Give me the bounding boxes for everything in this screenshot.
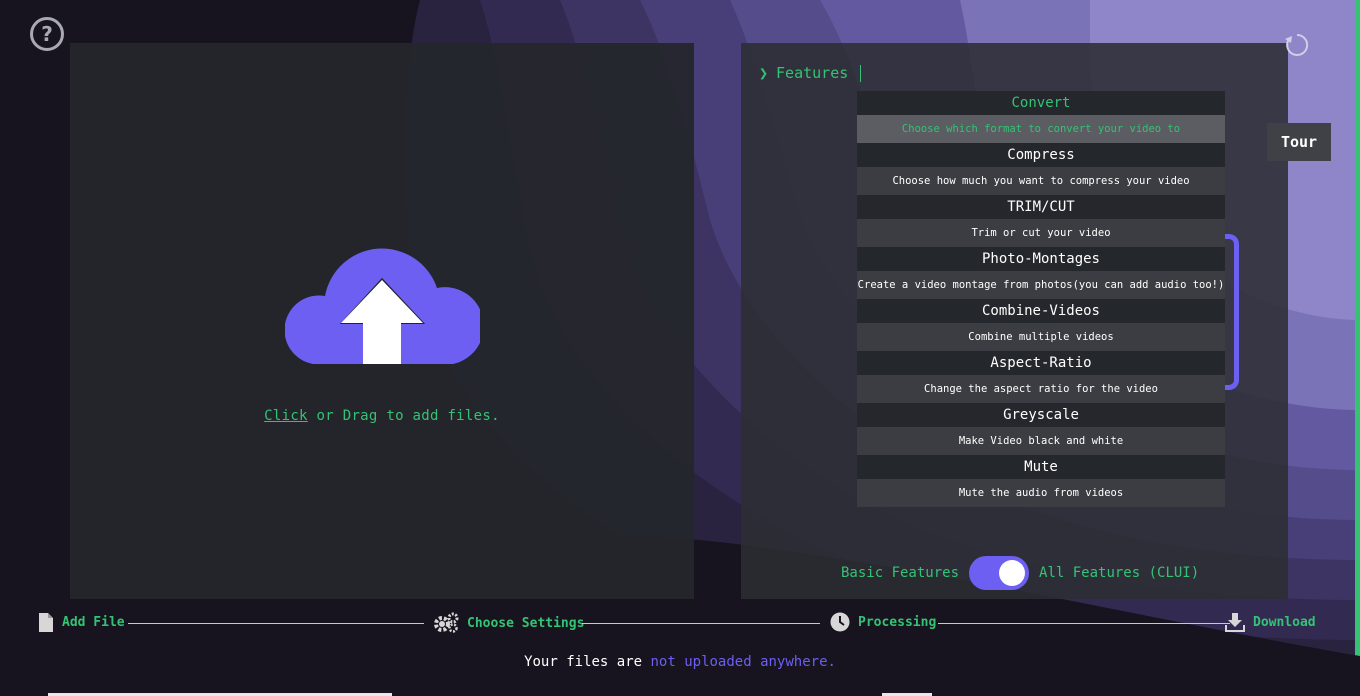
feature-aspect-ratio-description[interactable]: Change the aspect ratio for the video <box>857 375 1225 403</box>
feature-list: Convert Choose which format to convert y… <box>857 91 1225 507</box>
feature-convert-description[interactable]: Choose which format to convert your vide… <box>857 115 1225 143</box>
drag-label: or Drag to add files. <box>307 408 500 424</box>
basic-features-label: Basic Features <box>841 565 960 581</box>
feature-mute-description[interactable]: Mute the audio from videos <box>857 479 1225 507</box>
upload-instructions: Click or Drag to add files. <box>70 408 694 424</box>
privacy-note: Your files are not uploaded anywhere. <box>0 654 1360 670</box>
step-label: Choose Settings <box>467 615 585 631</box>
scroll-indicator[interactable] <box>1225 234 1239 390</box>
features-mode-toggle[interactable] <box>969 556 1030 590</box>
feature-mode-switch: Basic Features All Features (CLUI) <box>841 556 1199 590</box>
all-features-label: All Features (CLUI) <box>1039 565 1200 581</box>
step-connector <box>938 623 1230 624</box>
feature-aspect-ratio[interactable]: Aspect-Ratio <box>857 351 1225 375</box>
step-connector <box>128 623 424 624</box>
gears-icon <box>434 612 459 633</box>
file-icon <box>39 613 53 632</box>
upload-dropzone[interactable]: Click or Drag to add files. <box>70 43 694 599</box>
step-download: Download <box>1225 612 1316 632</box>
step-connector <box>582 623 820 624</box>
toggle-knob <box>999 560 1026 586</box>
help-button[interactable]: ? <box>30 17 64 51</box>
reset-icon[interactable] <box>1283 31 1311 59</box>
step-label: Add File <box>62 615 125 630</box>
feature-combine-videos[interactable]: Combine-Videos <box>857 299 1225 323</box>
step-label: Processing <box>858 614 937 630</box>
feature-photo-montages[interactable]: Photo-Montages <box>857 247 1225 271</box>
tour-button[interactable]: Tour <box>1267 123 1331 161</box>
features-panel: ❯ Features Convert Choose which format t… <box>741 43 1288 599</box>
feature-trim-cut-description[interactable]: Trim or cut your video <box>857 219 1225 247</box>
features-title: Features <box>776 64 849 82</box>
chevron-right-icon: ❯ <box>759 64 769 82</box>
step-add-file: Add File <box>38 612 125 633</box>
cloud-upload-icon[interactable] <box>285 238 480 368</box>
feature-compress[interactable]: Compress <box>857 143 1225 167</box>
feature-convert[interactable]: Convert <box>857 91 1225 115</box>
click-upload-link[interactable]: Click <box>264 408 308 424</box>
feature-greyscale[interactable]: Greyscale <box>857 403 1225 427</box>
progress-steps: Add File Choose Settings Processing Down… <box>38 612 1316 642</box>
download-icon <box>1225 613 1245 632</box>
feature-trim-cut[interactable]: TRIM/CUT <box>857 195 1225 219</box>
feature-photo-montages-description[interactable]: Create a video montage from photos(you c… <box>857 271 1225 299</box>
privacy-prefix: Your files are <box>524 654 651 670</box>
features-header: ❯ Features <box>759 64 862 82</box>
step-label: Download <box>1253 614 1316 630</box>
clock-icon <box>830 612 850 632</box>
feature-greyscale-description[interactable]: Make Video black and white <box>857 427 1225 455</box>
feature-combine-videos-description[interactable]: Combine multiple videos <box>857 323 1225 351</box>
help-icon: ? <box>41 22 53 46</box>
privacy-accent: not uploaded anywhere. <box>650 654 836 670</box>
step-processing: Processing <box>830 612 936 632</box>
feature-compress-description[interactable]: Choose how much you want to compress you… <box>857 167 1225 195</box>
step-choose-settings: Choose Settings <box>433 612 584 634</box>
feature-mute[interactable]: Mute <box>857 455 1225 479</box>
text-cursor <box>860 64 862 82</box>
